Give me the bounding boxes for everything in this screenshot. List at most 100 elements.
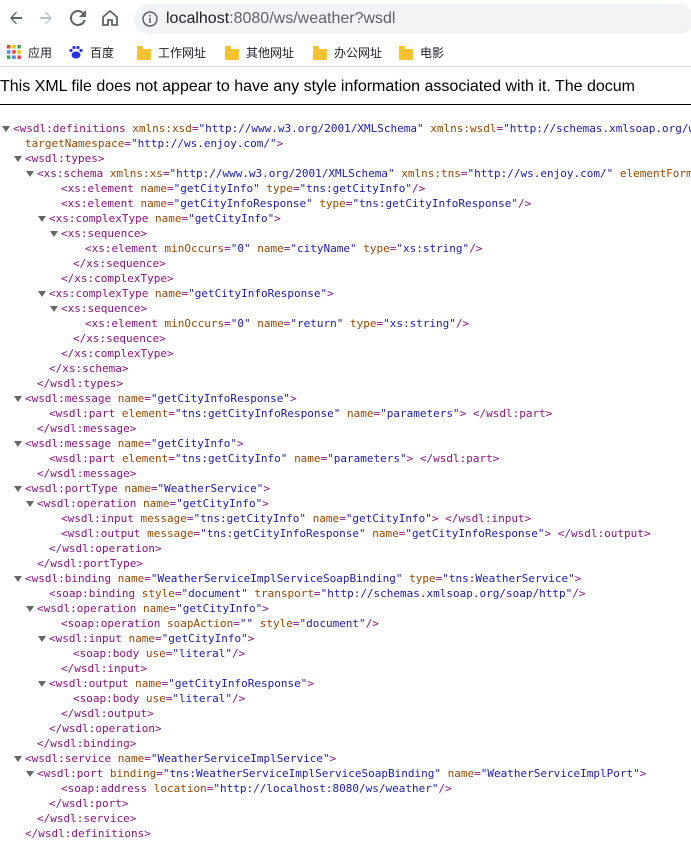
collapse-triangle-icon[interactable] — [38, 681, 46, 687]
xml-punct: > — [121, 797, 129, 810]
collapse-triangle-icon[interactable] — [50, 306, 58, 312]
home-button[interactable] — [98, 6, 122, 30]
xml-punct: > — [129, 812, 137, 825]
xml-line[interactable]: <xs:complexType name="getCityInfo"> — [38, 211, 281, 226]
xml-attr-value: "http://schemas.xmlsoap.org/wsd — [503, 122, 691, 135]
xml-punct: /> — [469, 242, 483, 255]
xml-punct: > — [159, 332, 166, 345]
xml-line[interactable]: <wsdl:input name="getCityInfo"> — [38, 631, 254, 646]
xml-attr-name: location — [153, 782, 207, 795]
xml-tag-name: wsdl:definitions — [19, 122, 126, 135]
xml-attr-name: name — [142, 602, 170, 615]
bookmark-folder-office[interactable]: 办公网址 — [312, 42, 382, 62]
xml-line[interactable]: <wsdl:message name="getCityInfoResponse"… — [14, 391, 297, 406]
back-button[interactable] — [4, 6, 28, 30]
xml-attr-name: name — [135, 677, 162, 690]
xml-line: </xs:complexType> — [61, 346, 174, 361]
xml-line: </wsdl:definitions> — [25, 826, 151, 841]
collapse-triangle-icon[interactable] — [14, 156, 22, 162]
xml-punct: > — [524, 512, 532, 525]
collapse-triangle-icon[interactable] — [38, 216, 46, 222]
xml-attr-value: "return" — [290, 317, 344, 330]
xml-punct: < — [37, 602, 44, 615]
xml-punct: > — [116, 377, 124, 390]
xml-line[interactable]: <wsdl:definitions xmlns:xsd="http://www.… — [2, 121, 691, 136]
xml-punct: </ — [73, 257, 87, 270]
xml-line[interactable]: <xs:schema xmlns:xs = "http://www.w3.org/2… — [26, 166, 691, 181]
xml-punct: > — [307, 677, 314, 690]
collapse-triangle-icon[interactable] — [26, 771, 34, 777]
xml-line[interactable]: <wsdl:service name="WeatherServiceImplSe… — [14, 751, 336, 766]
xml-line[interactable]: <wsdl:operation name="getCityInfo"> — [26, 496, 269, 511]
collapse-triangle-icon[interactable] — [38, 291, 46, 297]
xml-punct: </ — [37, 737, 51, 750]
xml-punct: > — [643, 527, 651, 540]
collapse-triangle-icon[interactable] — [26, 606, 34, 612]
folder-icon — [136, 44, 152, 60]
url-text[interactable]: localhost:8080/ws/weather?wsdl — [166, 10, 395, 28]
xml-punct: > — [247, 632, 255, 645]
xml-line[interactable]: <wsdl:port binding="tns:WeatherServiceIm… — [26, 766, 646, 781]
xml-tag-name: xs:sequence — [86, 332, 160, 345]
collapse-triangle-icon[interactable] — [14, 396, 22, 402]
xml-punct: > — [140, 227, 148, 240]
url-host: localhost — [166, 10, 230, 27]
xml-line[interactable]: <wsdl:operation name="getCityInfo"> — [26, 601, 269, 616]
xml-attr-name: name — [117, 752, 145, 765]
xml-line: </wsdl:types> — [37, 376, 123, 391]
xml-punct: > — [166, 347, 174, 360]
xml-attr-value: "0" — [230, 242, 251, 255]
xml-punct: < — [13, 122, 20, 135]
bookmark-baidu[interactable]: 百度 — [68, 42, 114, 62]
xml-line[interactable]: <xs:sequence> — [50, 301, 147, 316]
collapse-triangle-icon[interactable] — [26, 171, 34, 177]
xml-line[interactable]: <xs:complexType name="getCityInfoRespons… — [38, 286, 334, 301]
collapse-triangle-icon[interactable] — [2, 126, 10, 132]
bookmark-folder-other[interactable]: 其他网址 — [224, 42, 294, 62]
collapse-triangle-icon[interactable] — [14, 486, 22, 492]
xml-tag-name: wsdl:operation — [43, 497, 137, 510]
xml-line[interactable]: <wsdl:message name="getCityInfo"> — [14, 436, 244, 451]
xml-attr-value: "document" — [181, 587, 248, 600]
xml-punct: < — [25, 437, 32, 450]
xml-line[interactable]: <xs:sequence> — [50, 226, 147, 241]
xml-attr-name: type — [409, 572, 436, 585]
xml-punct: > — [263, 482, 271, 495]
collapse-triangle-icon[interactable] — [38, 636, 46, 642]
collapse-triangle-icon[interactable] — [14, 441, 22, 447]
reload-button[interactable] — [66, 6, 90, 30]
xml-punct — [139, 647, 146, 660]
bookmark-label: 其他网址 — [246, 45, 295, 60]
xml-punct — [115, 452, 122, 465]
xml-punct — [103, 767, 110, 780]
xml-punct: < — [49, 287, 56, 300]
xml-line: </wsdl:operation> — [49, 721, 162, 736]
xml-attr-name: name — [312, 512, 340, 525]
xml-punct: > — [97, 152, 105, 165]
xml-punct — [253, 617, 260, 630]
xml-line[interactable]: <wsdl:types> — [14, 151, 104, 166]
xml-attr-name: message — [147, 527, 194, 540]
bookmark-folder-movies[interactable]: 电影 — [398, 42, 444, 62]
info-icon[interactable] — [142, 11, 158, 27]
forward-button[interactable] — [34, 6, 58, 30]
bookmark-apps[interactable]: 应用 — [6, 42, 52, 62]
collapse-triangle-icon[interactable] — [14, 576, 22, 582]
xml-punct: < — [49, 452, 56, 465]
xml-attr-value: "http://www.w3.org/2001/XMLSchema" — [169, 167, 395, 180]
xml-line[interactable]: <wsdl:output name="getCityInfoResponse"> — [38, 676, 314, 691]
xml-line[interactable]: <wsdl:portType name="WeatherService"> — [14, 481, 270, 496]
xml-attr-name: name — [447, 767, 475, 780]
bookmark-folder-work[interactable]: 工作网址 — [136, 42, 206, 62]
xml-punct: </ — [25, 827, 39, 840]
collapse-triangle-icon[interactable] — [14, 756, 22, 762]
xml-punct: > — [121, 362, 129, 375]
collapse-triangle-icon[interactable] — [26, 501, 34, 507]
collapse-triangle-icon[interactable] — [50, 231, 58, 237]
xml-punct: = — [144, 437, 151, 450]
xml-line[interactable]: <wsdl:binding name="WeatherServiceImplSe… — [14, 571, 581, 586]
xml-tag-name: wsdl:service — [31, 752, 112, 765]
address-bar[interactable]: localhost:8080/ws/weather?wsdl — [134, 4, 691, 34]
xml-punct: < — [61, 197, 68, 210]
xml-attr-name: xmlns:wsdl — [430, 122, 497, 135]
